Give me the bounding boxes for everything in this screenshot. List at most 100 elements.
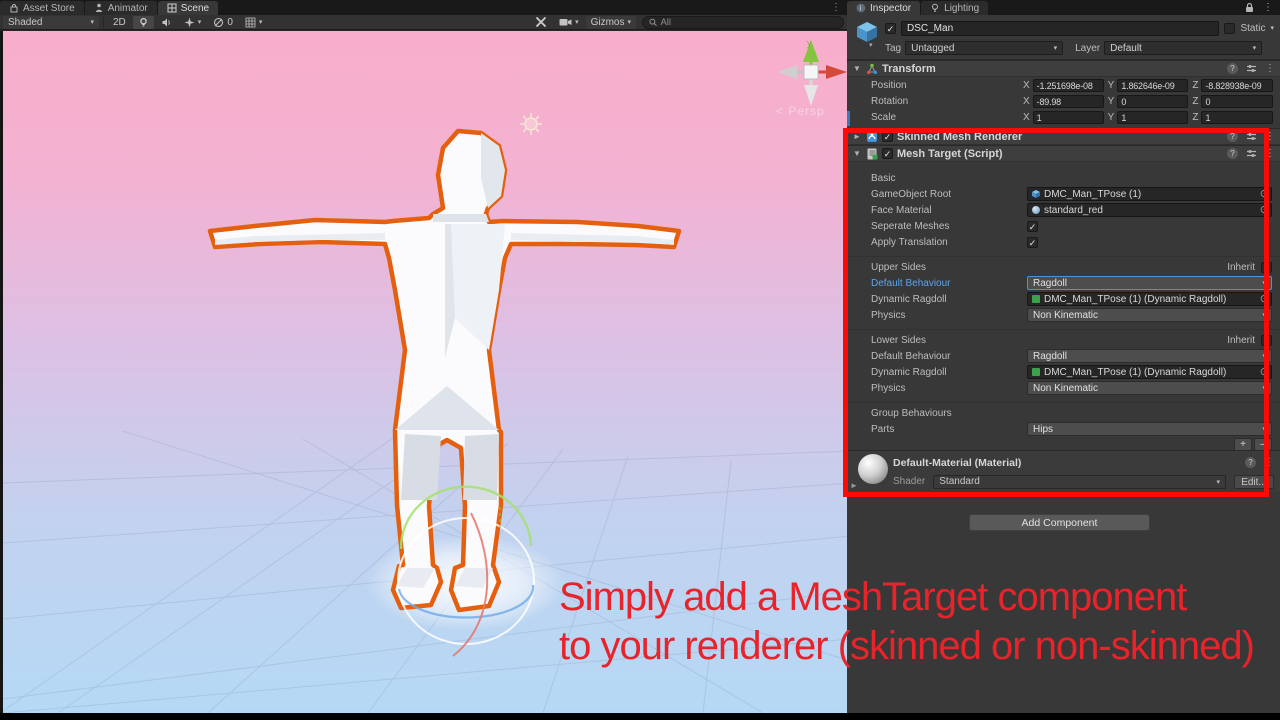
tab-scene[interactable]: Scene [158, 1, 218, 15]
shading-mode-dropdown[interactable]: Shaded ▾ [3, 16, 99, 29]
tab-asset-store[interactable]: Asset Store [0, 1, 84, 15]
tab-label: Asset Store [23, 3, 75, 14]
shader-dropdown[interactable]: Standard ▾ [933, 475, 1226, 489]
rotation-y-field[interactable]: 0 [1117, 95, 1188, 108]
dynamic-ragdoll-field[interactable]: DMC_Man_TPose (1) (Dynamic Ragdoll) ⊙ [1027, 365, 1272, 379]
add-component-button[interactable]: Add Component [969, 514, 1150, 531]
physics-dropdown[interactable]: Non Kinematic ▾ [1027, 308, 1272, 322]
position-x-field[interactable]: -1.251698e-08 [1033, 79, 1104, 92]
script-object-icon [1032, 368, 1040, 376]
gizmos-dropdown[interactable]: Gizmos ▾ [586, 16, 636, 29]
scale-y-field[interactable]: 1 [1117, 111, 1188, 124]
scene-search-input[interactable] [660, 17, 837, 28]
help-icon[interactable]: ? [1227, 148, 1238, 159]
scene-search-field[interactable] [642, 16, 844, 29]
foldout-closed-icon[interactable]: ► [850, 481, 858, 490]
static-checkbox[interactable] [1224, 23, 1235, 34]
material-menu-icon[interactable]: ⋮ [1264, 457, 1274, 468]
presets-icon[interactable] [1246, 63, 1257, 74]
gameobject-name-field[interactable]: DSC_Man [901, 21, 1219, 36]
chevron-down-icon: ▾ [90, 18, 94, 26]
object-picker-icon[interactable]: ⊙ [1260, 293, 1269, 305]
group-behaviours-group: Group Behaviours Parts Hips ▾ + – [847, 402, 1280, 451]
parts-row: Parts Hips ▾ [847, 421, 1280, 437]
presets-icon[interactable] [1246, 148, 1257, 159]
shader-label: Shader [893, 476, 925, 487]
scene-panel-menu-icon[interactable]: ⋮ [831, 2, 841, 13]
camera-settings-button[interactable]: ▾ [554, 16, 584, 29]
help-icon[interactable]: ? [1227, 131, 1238, 142]
tab-lighting[interactable]: Lighting [921, 1, 988, 15]
scale-x-field[interactable]: 1 [1033, 111, 1104, 124]
layer-label: Layer [1075, 43, 1100, 54]
lower-sides-group: Lower Sides Inherit Default Behaviour Ra… [847, 329, 1280, 396]
tab-animator[interactable]: Animator [85, 1, 157, 15]
rotation-x-field[interactable]: -89.98 [1033, 95, 1104, 108]
edit-shader-button[interactable]: Edit... [1234, 475, 1274, 489]
rotation-z-field[interactable]: 0 [1201, 95, 1273, 108]
window-bottom-edge [0, 713, 1280, 720]
material-icon [1032, 206, 1040, 214]
audio-toggle-button[interactable] [156, 16, 177, 29]
gameobject-root-row: GameObject Root DMC_Man_TPose (1) ⊙ [847, 186, 1280, 202]
component-menu-icon[interactable]: ⋮ [1265, 148, 1275, 159]
lock-icon[interactable] [1245, 2, 1254, 13]
physics-dropdown[interactable]: Non Kinematic ▾ [1027, 381, 1272, 395]
scale-z-field[interactable]: 1 [1201, 111, 1273, 124]
parts-dropdown[interactable]: Hips ▾ [1027, 422, 1272, 436]
object-picker-icon[interactable]: ⊙ [1260, 188, 1269, 200]
material-preview-block: ► Default-Material (Material) ? ⋮ Shader… [847, 450, 1280, 492]
face-material-field[interactable]: standard_red ⊙ [1027, 203, 1272, 217]
persp-label[interactable]: < Persp [776, 104, 825, 118]
component-enabled-checkbox[interactable]: ✓ [882, 131, 893, 142]
effects-dropdown-button[interactable]: ▾ [179, 16, 207, 29]
object-picker-icon[interactable]: ⊙ [1260, 204, 1269, 216]
scene-visibility-button[interactable]: 0 [208, 16, 238, 29]
component-enabled-checkbox[interactable]: ✓ [882, 148, 893, 159]
unity-editor-window: { "colors": { "caption_red": "#e8232a", … [0, 0, 1280, 720]
help-icon[interactable]: ? [1245, 457, 1256, 468]
component-menu-icon[interactable]: ⋮ [1265, 63, 1275, 74]
lightbulb-icon [930, 3, 940, 13]
mesh-target-body: Basic GameObject Root DMC_Man_TPose (1) … [847, 162, 1280, 444]
object-picker-icon[interactable]: ⊙ [1260, 366, 1269, 378]
static-dropdown-icon[interactable]: ▾ [1270, 24, 1274, 32]
chevron-down-icon[interactable]: ▾ [869, 41, 873, 49]
lighting-toggle-button[interactable] [133, 16, 154, 29]
chevron-down-icon: ▾ [1262, 279, 1266, 287]
foldout-open-icon[interactable]: ▼ [852, 64, 862, 73]
layer-dropdown[interactable]: Default ▾ [1104, 41, 1262, 55]
grid-settings-button[interactable]: ▾ [240, 16, 268, 29]
inherit-checkbox[interactable] [1261, 335, 1272, 346]
position-row: Position X-1.251698e-08 Y1.862646e-09 Z-… [847, 77, 1280, 93]
component-menu-icon[interactable]: ⋮ [1265, 131, 1275, 142]
apply-translation-checkbox[interactable]: ✓ [1027, 237, 1038, 248]
dynamic-ragdoll-field[interactable]: DMC_Man_TPose (1) (Dynamic Ragdoll) ⊙ [1027, 292, 1272, 306]
inspector-menu-icon[interactable]: ⋮ [1263, 2, 1273, 13]
gameobject-root-field[interactable]: DMC_Man_TPose (1) ⊙ [1027, 187, 1272, 201]
asset-store-icon [9, 3, 19, 13]
foldout-open-icon[interactable]: ▼ [852, 149, 862, 158]
component-tools-button[interactable] [530, 16, 552, 29]
chevron-down-icon: ▾ [1262, 352, 1266, 360]
toggle-2d-button[interactable]: 2D [108, 16, 131, 29]
tab-label: Lighting [944, 3, 979, 14]
seperate-meshes-row: Seperate Meshes ✓ [847, 218, 1280, 234]
tag-dropdown[interactable]: Untagged ▾ [905, 41, 1063, 55]
position-z-field[interactable]: -8.828938e-09 [1201, 79, 1273, 92]
default-behaviour-dropdown[interactable]: Ragdoll ▾ [1027, 349, 1272, 363]
presets-icon[interactable] [1246, 131, 1257, 142]
scale-row: Scale X1 Y1 Z1 [847, 109, 1280, 125]
foldout-closed-icon[interactable]: ► [852, 132, 862, 141]
tab-inspector[interactable]: i Inspector [847, 1, 920, 15]
position-y-field[interactable]: 1.862646e-09 [1117, 79, 1188, 92]
eye-off-icon [213, 17, 224, 28]
inherit-checkbox[interactable] [1261, 262, 1272, 273]
tab-label: Animator [108, 3, 148, 14]
speaker-icon [161, 17, 172, 28]
skinned-mesh-renderer-icon [866, 131, 878, 143]
seperate-meshes-checkbox[interactable]: ✓ [1027, 221, 1038, 232]
default-behaviour-dropdown[interactable]: Ragdoll ▾ [1027, 276, 1272, 290]
help-icon[interactable]: ? [1227, 63, 1238, 74]
gameobject-active-checkbox[interactable]: ✓ [885, 23, 896, 34]
